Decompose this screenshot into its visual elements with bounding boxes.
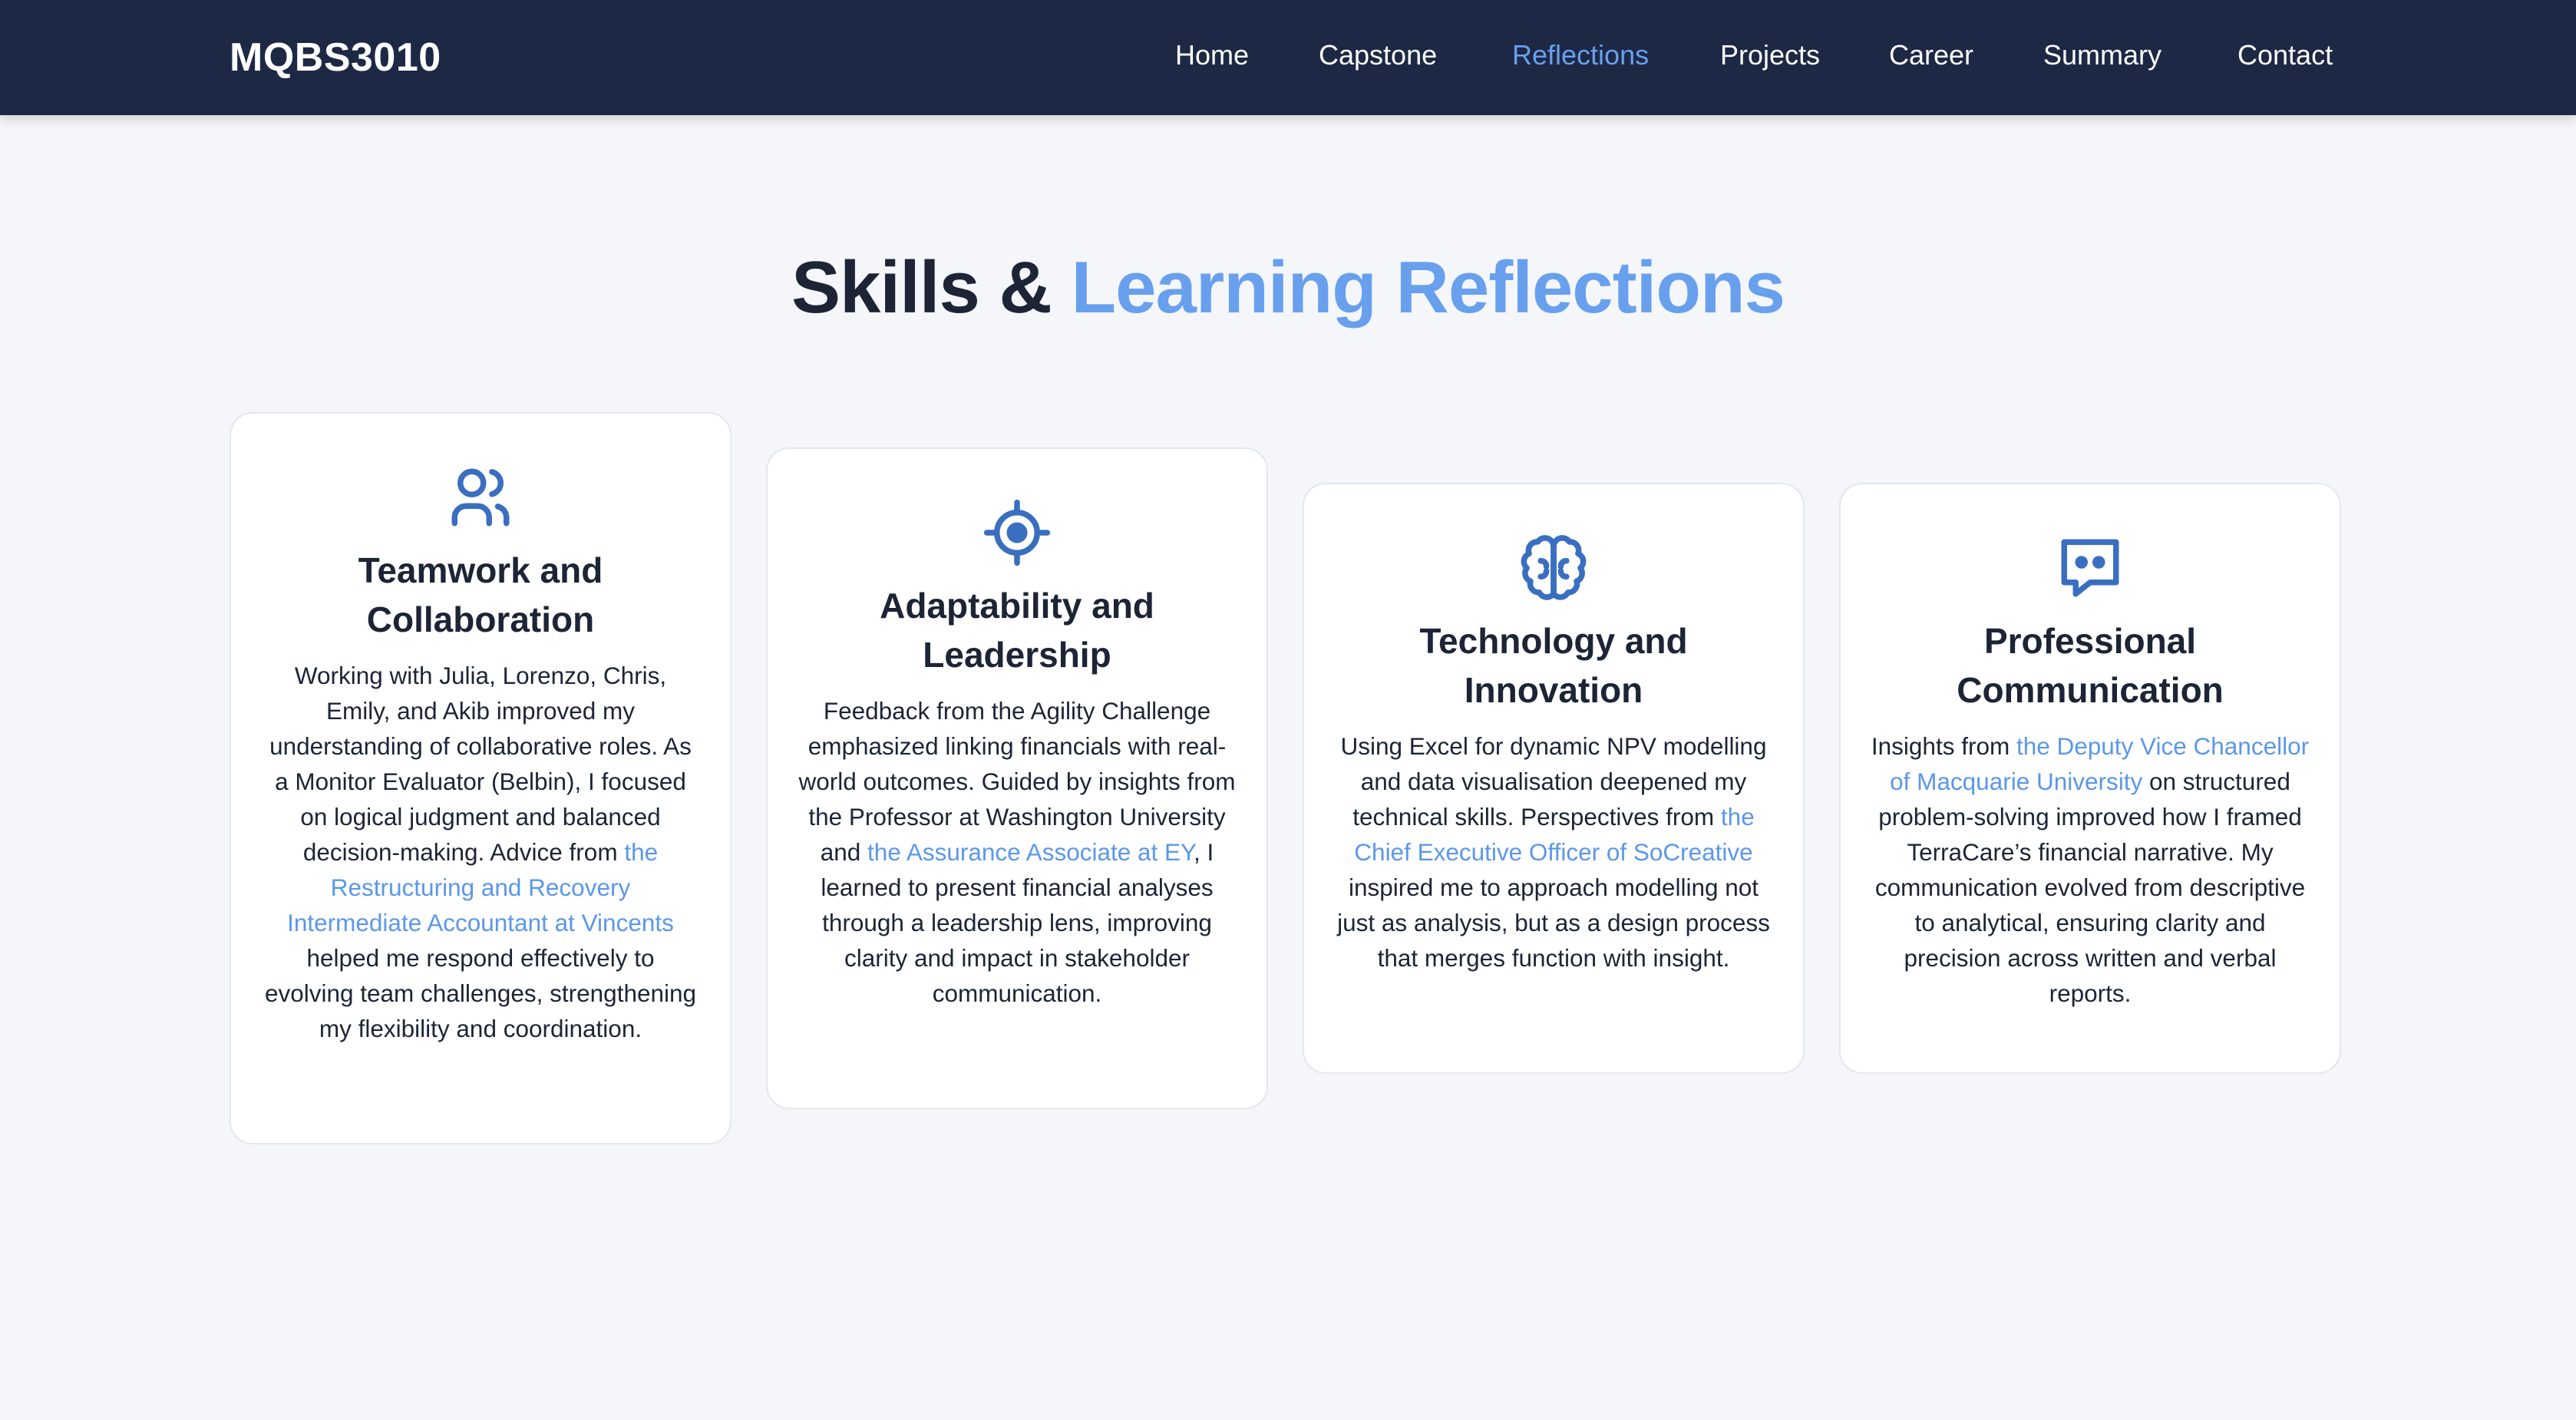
card-text-start: Working with Julia, Lorenzo, Chris, Emil… [269, 662, 692, 866]
card-text-end: inspired me to approach modelling not ju… [1337, 873, 1770, 972]
card-text: Feedback from the Agility Challenge emph… [797, 693, 1237, 1011]
nav-link-home[interactable]: Home [1175, 0, 1249, 115]
target-icon [983, 498, 1052, 567]
card-adaptability: Adaptability and Leadership Feedback fro… [766, 447, 1268, 1109]
card-title: Technology and Innovation [1419, 621, 1688, 710]
card-communication: Professional Communication Insights from… [1839, 483, 2341, 1074]
card-title: Professional Communication [1957, 621, 2224, 710]
card-text-start: Insights from [1871, 732, 2016, 760]
card-text: Working with Julia, Lorenzo, Chris, Emil… [260, 658, 701, 1046]
top-navbar: MQBS3010 Home Capstone Reflections Proje… [0, 0, 2576, 115]
page-title-main: Skills & [791, 246, 1072, 329]
chat-icon [2056, 533, 2125, 603]
nav-link-career[interactable]: Career [1889, 0, 1973, 115]
nav-link-contact[interactable]: Contact [2237, 0, 2333, 115]
brain-icon [1519, 533, 1588, 603]
card-technology: Technology and Innovation Using Excel fo… [1303, 483, 1805, 1074]
nav-link-reflections[interactable]: Reflections [1512, 0, 1649, 115]
nav-link-capstone[interactable]: Capstone [1319, 0, 1437, 115]
card-text: Using Excel for dynamic NPV modelling an… [1333, 728, 1774, 976]
card-text-end: on structured problem-solving improved h… [1874, 768, 2306, 1007]
card-teamwork: Teamwork and Collaboration Working with … [230, 412, 732, 1144]
users-icon [446, 463, 515, 532]
nav-link-summary[interactable]: Summary [2043, 0, 2162, 115]
page-title: Skills & Learning Reflections [0, 246, 2576, 330]
card-title: Teamwork and Collaboration [358, 550, 603, 639]
card-link[interactable]: the Assurance Associate at EY [867, 838, 1194, 866]
site-brand[interactable]: MQBS3010 [230, 0, 441, 115]
card-text: Insights from the Deputy Vice Chancellor… [1870, 728, 2310, 1011]
card-text-end: helped me respond effectively to evolvin… [264, 944, 697, 1042]
nav-link-projects[interactable]: Projects [1720, 0, 1820, 115]
card-text-start: Using Excel for dynamic NPV modelling an… [1340, 732, 1767, 831]
page-title-accent: Learning Reflections [1071, 246, 1785, 329]
card-title: Adaptability and Leadership [880, 586, 1154, 675]
